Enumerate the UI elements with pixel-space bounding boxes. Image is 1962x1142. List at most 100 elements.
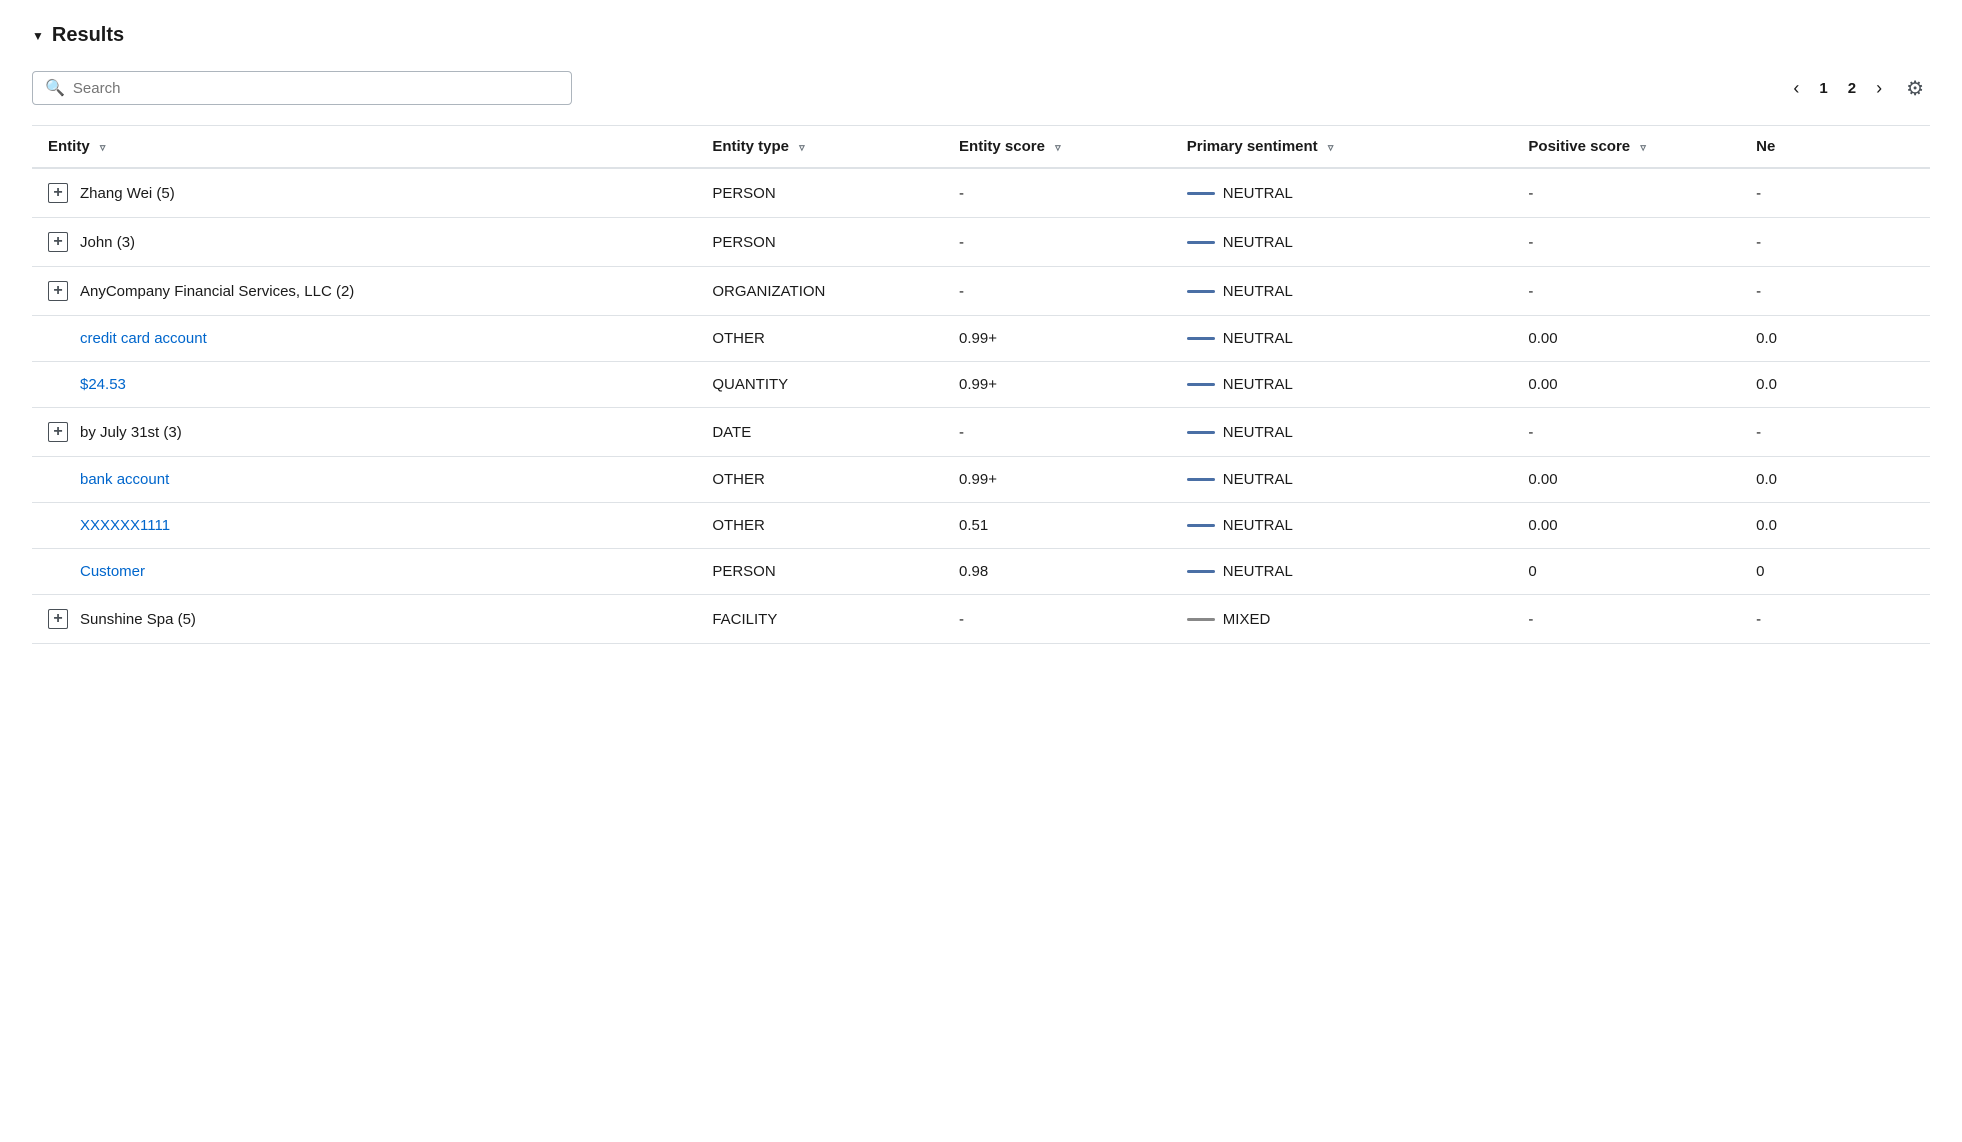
negative-score-cell: - <box>1740 595 1930 644</box>
expand-icon[interactable]: + <box>48 281 68 301</box>
sentiment-bar <box>1187 431 1215 434</box>
page-2-number[interactable]: 2 <box>1842 78 1862 99</box>
page-1-number[interactable]: 1 <box>1813 78 1833 99</box>
sentiment-bar <box>1187 337 1215 340</box>
primary-sentiment-cell: NEUTRAL <box>1171 168 1513 218</box>
entity-score-cell: - <box>943 595 1171 644</box>
entity-col: +John (3) <box>32 218 696 267</box>
positive-score-cell: 0.00 <box>1512 316 1740 362</box>
table-header-row: Entity ▿ Entity type ▿ Entity score ▿ Pr… <box>32 126 1930 169</box>
collapse-icon[interactable]: ▼ <box>32 29 44 43</box>
table-row: +AnyCompany Financial Services, LLC (2)O… <box>32 267 1930 316</box>
sentiment-label: NEUTRAL <box>1223 234 1293 251</box>
col-header-sentiment: Primary sentiment ▿ <box>1171 126 1513 169</box>
entity-type-cell: QUANTITY <box>696 362 943 408</box>
search-icon: 🔍 <box>45 78 65 98</box>
table-row: $24.53QUANTITY0.99+NEUTRAL0.000.0 <box>32 362 1930 408</box>
settings-button[interactable]: ⚙ <box>1900 74 1930 103</box>
negative-score-cell: - <box>1740 267 1930 316</box>
sentiment-label: MIXED <box>1223 611 1271 628</box>
entity-link[interactable]: bank account <box>80 471 169 488</box>
pos-sort-icon[interactable]: ▿ <box>1640 141 1646 154</box>
entity-score-cell: 0.99+ <box>943 316 1171 362</box>
search-input[interactable] <box>73 80 559 97</box>
sentiment-sort-icon[interactable]: ▿ <box>1328 141 1334 154</box>
results-header: ▼ Results <box>32 24 1930 47</box>
table-row: +Zhang Wei (5)PERSON-NEUTRAL-- <box>32 168 1930 218</box>
table-row: +John (3)PERSON-NEUTRAL-- <box>32 218 1930 267</box>
table-row: +Sunshine Spa (5)FACILITY-MIXED-- <box>32 595 1930 644</box>
negative-score-cell: 0.0 <box>1740 362 1930 408</box>
sentiment-label: NEUTRAL <box>1223 376 1293 393</box>
negative-score-cell: - <box>1740 408 1930 457</box>
primary-sentiment-cell: NEUTRAL <box>1171 267 1513 316</box>
sentiment-bar <box>1187 618 1215 621</box>
sentiment-bar <box>1187 241 1215 244</box>
entity-score-cell: - <box>943 168 1171 218</box>
entity-name: Zhang Wei (5) <box>80 185 175 202</box>
table-row: credit card account OTHER0.99+NEUTRAL0.00… <box>32 316 1930 362</box>
entity-col: + by July 31st (3) <box>32 408 696 457</box>
expand-icon[interactable]: + <box>48 183 68 203</box>
entity-type-cell: OTHER <box>696 457 943 503</box>
primary-sentiment-cell: NEUTRAL <box>1171 218 1513 267</box>
entity-col: credit card account <box>32 316 696 362</box>
sentiment-label: NEUTRAL <box>1223 517 1293 534</box>
table-row: CustomerPERSON0.98NEUTRAL00 <box>32 549 1930 595</box>
entity-sort-icon[interactable]: ▿ <box>100 141 106 154</box>
prev-page-button[interactable]: ‹ <box>1787 76 1805 101</box>
entity-type-cell: OTHER <box>696 503 943 549</box>
entity-col: + Sunshine Spa (5) <box>32 595 696 644</box>
entity-col: + Zhang Wei (5) <box>32 168 696 218</box>
entity-type-cell: ORGANIZATION <box>696 267 943 316</box>
entity-col: XXXXXX1111 <box>32 503 696 549</box>
negative-score-cell: 0.0 <box>1740 457 1930 503</box>
entity-type-cell: OTHER <box>696 316 943 362</box>
entity-name: by July 31st (3) <box>80 424 182 441</box>
negative-score-cell: 0.0 <box>1740 503 1930 549</box>
entity-type-cell: PERSON <box>696 549 943 595</box>
results-table: Entity ▿ Entity type ▿ Entity score ▿ Pr… <box>32 125 1930 644</box>
entity-score-cell: 0.99+ <box>943 457 1171 503</box>
entity-type-cell: DATE <box>696 408 943 457</box>
entity-score-cell: - <box>943 218 1171 267</box>
entity-col: $24.53 <box>32 362 696 408</box>
entity-score-cell: - <box>943 408 1171 457</box>
primary-sentiment-cell: MIXED <box>1171 595 1513 644</box>
entity-type-cell: PERSON <box>696 218 943 267</box>
pagination-controls: ‹ 1 2 › ⚙ <box>1787 74 1930 103</box>
entity-score-cell: 0.51 <box>943 503 1171 549</box>
table-row: +by July 31st (3)DATE-NEUTRAL-- <box>32 408 1930 457</box>
expand-icon[interactable]: + <box>48 232 68 252</box>
entity-type-cell: FACILITY <box>696 595 943 644</box>
entity-score-cell: 0.98 <box>943 549 1171 595</box>
next-page-button[interactable]: › <box>1870 76 1888 101</box>
expand-icon[interactable]: + <box>48 609 68 629</box>
col-header-entity: Entity ▿ <box>32 126 696 169</box>
entity-col: +AnyCompany Financial Services, LLC (2) <box>32 267 696 316</box>
table-row: bank accountOTHER0.99+NEUTRAL0.000.0 <box>32 457 1930 503</box>
entity-link[interactable]: credit card account <box>80 330 207 347</box>
negative-score-cell: - <box>1740 168 1930 218</box>
sentiment-bar <box>1187 290 1215 293</box>
score-sort-icon[interactable]: ▿ <box>1055 141 1061 154</box>
entity-link[interactable]: XXXXXX1111 <box>80 517 170 534</box>
sentiment-bar <box>1187 524 1215 527</box>
entity-score-cell: 0.99+ <box>943 362 1171 408</box>
entity-name: Sunshine Spa (5) <box>80 611 196 628</box>
primary-sentiment-cell: NEUTRAL <box>1171 316 1513 362</box>
expand-icon[interactable]: + <box>48 422 68 442</box>
entity-col: bank account <box>32 457 696 503</box>
sentiment-label: NEUTRAL <box>1223 185 1293 202</box>
sentiment-bar <box>1187 192 1215 195</box>
entity-link[interactable]: Customer <box>80 563 145 580</box>
primary-sentiment-cell: NEUTRAL <box>1171 549 1513 595</box>
toolbar: 🔍 ‹ 1 2 › ⚙ <box>32 71 1930 105</box>
col-header-neg-score: Ne <box>1740 126 1930 169</box>
search-container[interactable]: 🔍 <box>32 71 572 105</box>
entity-link[interactable]: $24.53 <box>80 376 126 393</box>
positive-score-cell: 0.00 <box>1512 503 1740 549</box>
type-sort-icon[interactable]: ▿ <box>799 141 805 154</box>
sentiment-bar <box>1187 478 1215 481</box>
entity-type-cell: PERSON <box>696 168 943 218</box>
